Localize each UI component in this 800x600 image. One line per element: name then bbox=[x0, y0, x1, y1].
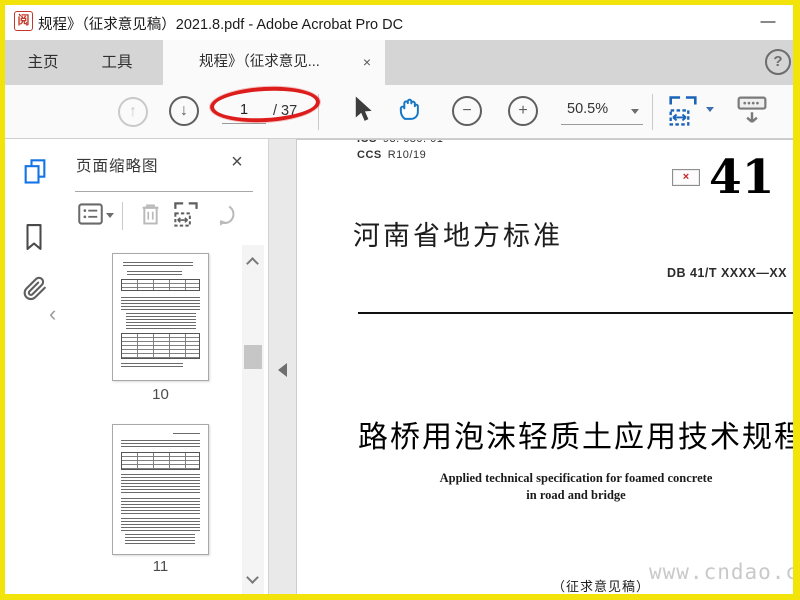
hand-tool-icon[interactable] bbox=[395, 94, 423, 129]
thumbnail-content bbox=[121, 279, 200, 291]
annotation-frame bbox=[0, 594, 800, 600]
page-thumbnail[interactable] bbox=[112, 424, 209, 555]
thumbnail-scrollbar[interactable] bbox=[242, 245, 264, 594]
thumbnail-content bbox=[121, 333, 200, 359]
thumbnail-content bbox=[127, 271, 182, 275]
panel-toolbar bbox=[60, 199, 268, 235]
broken-image-icon: × bbox=[672, 169, 700, 186]
ccs-label: CCS bbox=[357, 149, 382, 161]
tab-document-label: 规程》（征求意见... bbox=[199, 54, 320, 70]
rotate-page-icon[interactable] bbox=[211, 201, 236, 233]
page-thumbnails-panel: 页面缩略图 × 10 11 bbox=[60, 139, 268, 594]
thumbnail-content bbox=[121, 518, 200, 531]
panel-splitter[interactable] bbox=[268, 139, 297, 594]
zoom-in-button[interactable]: + bbox=[508, 96, 538, 126]
panel-toolbar-separator bbox=[122, 202, 123, 230]
delete-page-icon[interactable] bbox=[138, 201, 163, 233]
attachments-icon[interactable] bbox=[21, 273, 49, 312]
thumbnail-content bbox=[121, 440, 200, 448]
tab-tools[interactable]: 工具 bbox=[87, 40, 147, 85]
standard-region-title: 河南省地方标准 bbox=[353, 221, 563, 251]
panel-title: 页面缩略图 bbox=[76, 158, 159, 175]
thumbnail-content bbox=[123, 262, 193, 268]
title-bar: 阅 规程》（征求意见稿）2021.8.pdf - Adobe Acrobat P… bbox=[5, 5, 793, 40]
annotation-frame bbox=[0, 0, 800, 5]
panel-divider bbox=[75, 191, 253, 192]
tab-home[interactable]: 主页 bbox=[13, 40, 73, 85]
acrobat-window: 阅 规程》（征求意见稿）2021.8.pdf - Adobe Acrobat P… bbox=[0, 0, 800, 600]
title-en-line2: in road and bridge bbox=[526, 488, 626, 502]
thumbnail-content bbox=[121, 297, 200, 310]
next-page-button[interactable]: ↓ bbox=[169, 96, 199, 126]
thumbnail-content bbox=[121, 474, 200, 495]
ics-value: 93. 080. 01 bbox=[382, 139, 444, 145]
thumbnail-page-number: 10 bbox=[152, 386, 169, 403]
ccs-value: R10/19 bbox=[387, 149, 427, 161]
panel-open-indicator: ‹ bbox=[49, 301, 57, 326]
page-thumbnail[interactable] bbox=[112, 253, 209, 381]
collapse-panel-icon[interactable] bbox=[278, 363, 287, 377]
ics-label: ICS bbox=[357, 139, 377, 145]
page-fit-width-icon[interactable] bbox=[667, 94, 699, 133]
thumbnail-content bbox=[173, 433, 200, 436]
title-en-line1: Applied technical specification for foam… bbox=[439, 471, 713, 485]
main-toolbar: ↑ ↓ / 37 − + 50.5% bbox=[5, 84, 793, 139]
toolbar-separator bbox=[318, 94, 319, 130]
standard-emblem-number: 41 bbox=[709, 150, 775, 205]
toolbar-separator bbox=[652, 94, 653, 130]
zoom-out-button[interactable]: − bbox=[452, 96, 482, 126]
resize-pages-icon[interactable] bbox=[172, 200, 201, 234]
standard-code: DB 41/T XXXX—XX bbox=[666, 266, 787, 280]
tab-bar: 主页 工具 规程》（征求意见... × ? bbox=[5, 40, 793, 86]
hide-toolbar-icon[interactable] bbox=[735, 94, 769, 133]
page-number-input[interactable] bbox=[222, 96, 266, 124]
document-title-en: Applied technical specification for foam… bbox=[358, 470, 793, 504]
help-icon[interactable]: ? bbox=[765, 49, 791, 75]
chevron-down-icon bbox=[631, 109, 639, 114]
thumbnail-options-icon[interactable] bbox=[77, 202, 104, 231]
window-title: 规程》（征求意见稿）2021.8.pdf - Adobe Acrobat Pro… bbox=[38, 17, 404, 33]
previous-page-button[interactable]: ↑ bbox=[118, 97, 148, 127]
thumbnail-content bbox=[126, 313, 196, 329]
annotation-frame bbox=[793, 0, 800, 600]
select-tool-icon[interactable] bbox=[351, 95, 373, 128]
annotation-frame bbox=[0, 0, 5, 600]
scroll-down-icon[interactable] bbox=[246, 571, 259, 584]
site-watermark: www.cndao.com bbox=[649, 560, 793, 584]
chevron-down-icon bbox=[106, 213, 114, 218]
tab-close-icon[interactable]: × bbox=[363, 40, 371, 85]
page-thumbnails-icon[interactable] bbox=[21, 156, 49, 193]
tab-document[interactable]: 规程》（征求意见... × bbox=[163, 40, 385, 86]
cover-rule bbox=[358, 312, 793, 314]
app-icon: 阅 bbox=[14, 11, 33, 31]
thumbnail-content bbox=[125, 534, 195, 546]
thumbnail-page-number: 11 bbox=[152, 558, 169, 575]
navigation-icon-strip: ‹ bbox=[5, 139, 60, 594]
bookmarks-icon[interactable] bbox=[21, 220, 47, 259]
scroll-up-icon[interactable] bbox=[246, 257, 259, 270]
document-title-cn: 路桥用泡沫轻质土应用技术规程 bbox=[358, 421, 793, 454]
scrollbar-thumb[interactable] bbox=[244, 345, 262, 369]
page-count-label: / 37 bbox=[273, 103, 298, 119]
thumbnail-content bbox=[121, 363, 183, 368]
thumbnail-content bbox=[121, 452, 200, 470]
document-page[interactable]: ICS 93. 080. 01 CCS R10/19 × 41 河南省地方标准 DB… bbox=[297, 139, 793, 594]
thumbnail-content bbox=[121, 498, 200, 515]
panel-close-icon[interactable]: × bbox=[223, 149, 251, 177]
ics-code: ICS 93. 080. 01 bbox=[357, 139, 444, 145]
chevron-down-icon bbox=[706, 107, 714, 112]
zoom-level-control[interactable]: 50.5% bbox=[561, 95, 643, 125]
draft-note: （征求意见稿） bbox=[552, 579, 651, 594]
zoom-level-value: 50.5% bbox=[567, 101, 609, 117]
minimize-button[interactable]: — bbox=[747, 7, 789, 37]
ccs-code: CCS R10/19 bbox=[357, 149, 426, 161]
